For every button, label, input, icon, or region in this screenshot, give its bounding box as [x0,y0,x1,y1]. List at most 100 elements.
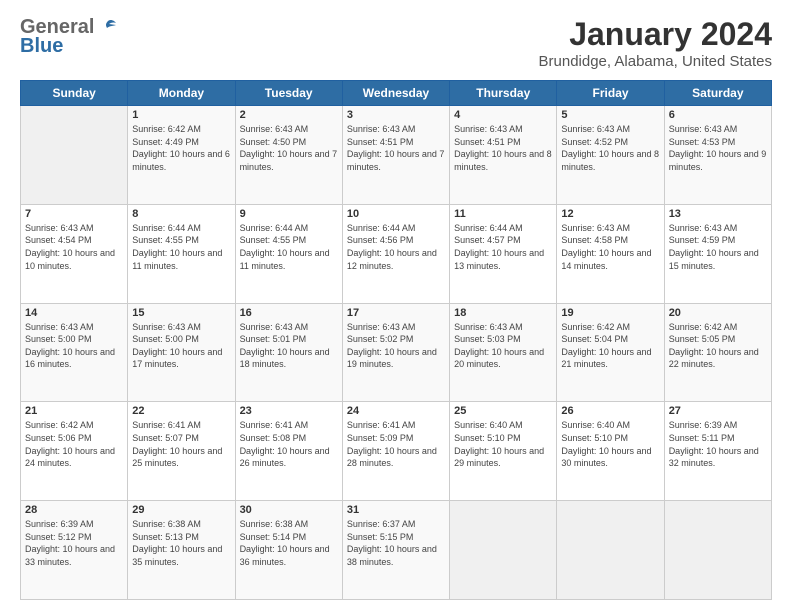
calendar-day-header: Tuesday [235,81,342,106]
calendar-cell: 16 Sunrise: 6:43 AMSunset: 5:01 PMDaylig… [235,303,342,402]
day-info: Sunrise: 6:43 AMSunset: 4:58 PMDaylight:… [561,222,659,272]
calendar-cell [450,501,557,600]
day-info: Sunrise: 6:38 AMSunset: 5:13 PMDaylight:… [132,518,230,568]
calendar-week-row: 28 Sunrise: 6:39 AMSunset: 5:12 PMDaylig… [21,501,772,600]
logo-blue-text: Blue [20,35,63,58]
day-info: Sunrise: 6:40 AMSunset: 5:10 PMDaylight:… [561,419,659,469]
day-info: Sunrise: 6:41 AMSunset: 5:07 PMDaylight:… [132,419,230,469]
calendar-cell: 18 Sunrise: 6:43 AMSunset: 5:03 PMDaylig… [450,303,557,402]
day-info: Sunrise: 6:43 AMSunset: 5:00 PMDaylight:… [25,321,123,371]
day-number: 3 [347,109,445,121]
day-number: 25 [454,405,552,417]
calendar-cell: 4 Sunrise: 6:43 AMSunset: 4:51 PMDayligh… [450,106,557,205]
day-info: Sunrise: 6:43 AMSunset: 5:02 PMDaylight:… [347,321,445,371]
day-number: 5 [561,109,659,121]
calendar-cell: 11 Sunrise: 6:44 AMSunset: 4:57 PMDaylig… [450,204,557,303]
day-number: 12 [561,208,659,220]
calendar-cell: 25 Sunrise: 6:40 AMSunset: 5:10 PMDaylig… [450,402,557,501]
calendar-cell: 30 Sunrise: 6:38 AMSunset: 5:14 PMDaylig… [235,501,342,600]
day-number: 1 [132,109,230,121]
calendar-cell: 10 Sunrise: 6:44 AMSunset: 4:56 PMDaylig… [342,204,449,303]
day-info: Sunrise: 6:43 AMSunset: 4:50 PMDaylight:… [240,123,338,173]
day-info: Sunrise: 6:43 AMSunset: 5:01 PMDaylight:… [240,321,338,371]
day-number: 30 [240,504,338,516]
day-number: 13 [669,208,767,220]
logo-bird-icon [96,17,118,39]
day-number: 10 [347,208,445,220]
calendar-cell [664,501,771,600]
day-number: 19 [561,307,659,319]
day-info: Sunrise: 6:43 AMSunset: 5:03 PMDaylight:… [454,321,552,371]
calendar-week-row: 14 Sunrise: 6:43 AMSunset: 5:00 PMDaylig… [21,303,772,402]
day-info: Sunrise: 6:42 AMSunset: 5:05 PMDaylight:… [669,321,767,371]
day-number: 28 [25,504,123,516]
day-number: 24 [347,405,445,417]
day-info: Sunrise: 6:37 AMSunset: 5:15 PMDaylight:… [347,518,445,568]
calendar-cell: 1 Sunrise: 6:42 AMSunset: 4:49 PMDayligh… [128,106,235,205]
calendar-cell: 6 Sunrise: 6:43 AMSunset: 4:53 PMDayligh… [664,106,771,205]
calendar-cell [557,501,664,600]
calendar-day-header: Wednesday [342,81,449,106]
calendar-cell: 29 Sunrise: 6:38 AMSunset: 5:13 PMDaylig… [128,501,235,600]
day-info: Sunrise: 6:39 AMSunset: 5:12 PMDaylight:… [25,518,123,568]
day-info: Sunrise: 6:41 AMSunset: 5:08 PMDaylight:… [240,419,338,469]
page-container: General Blue January 2024 Brundidge, Ala… [0,0,792,612]
calendar-cell: 21 Sunrise: 6:42 AMSunset: 5:06 PMDaylig… [21,402,128,501]
calendar-cell: 17 Sunrise: 6:43 AMSunset: 5:02 PMDaylig… [342,303,449,402]
calendar-day-header: Thursday [450,81,557,106]
day-info: Sunrise: 6:44 AMSunset: 4:55 PMDaylight:… [240,222,338,272]
calendar-cell: 15 Sunrise: 6:43 AMSunset: 5:00 PMDaylig… [128,303,235,402]
page-title: January 2024 [539,16,772,53]
day-info: Sunrise: 6:42 AMSunset: 5:06 PMDaylight:… [25,419,123,469]
calendar-week-row: 1 Sunrise: 6:42 AMSunset: 4:49 PMDayligh… [21,106,772,205]
day-number: 11 [454,208,552,220]
day-info: Sunrise: 6:40 AMSunset: 5:10 PMDaylight:… [454,419,552,469]
calendar-cell: 12 Sunrise: 6:43 AMSunset: 4:58 PMDaylig… [557,204,664,303]
calendar-cell: 2 Sunrise: 6:43 AMSunset: 4:50 PMDayligh… [235,106,342,205]
day-number: 31 [347,504,445,516]
day-info: Sunrise: 6:43 AMSunset: 5:00 PMDaylight:… [132,321,230,371]
calendar-cell: 5 Sunrise: 6:43 AMSunset: 4:52 PMDayligh… [557,106,664,205]
logo: General Blue [20,16,118,58]
day-number: 17 [347,307,445,319]
calendar-cell: 26 Sunrise: 6:40 AMSunset: 5:10 PMDaylig… [557,402,664,501]
calendar-cell: 7 Sunrise: 6:43 AMSunset: 4:54 PMDayligh… [21,204,128,303]
day-info: Sunrise: 6:44 AMSunset: 4:57 PMDaylight:… [454,222,552,272]
day-number: 20 [669,307,767,319]
calendar-day-header: Saturday [664,81,771,106]
day-number: 7 [25,208,123,220]
day-info: Sunrise: 6:42 AMSunset: 5:04 PMDaylight:… [561,321,659,371]
day-number: 23 [240,405,338,417]
calendar-day-header: Monday [128,81,235,106]
day-info: Sunrise: 6:41 AMSunset: 5:09 PMDaylight:… [347,419,445,469]
calendar-header-row: SundayMondayTuesdayWednesdayThursdayFrid… [21,81,772,106]
day-number: 22 [132,405,230,417]
calendar-day-header: Sunday [21,81,128,106]
day-number: 15 [132,307,230,319]
day-info: Sunrise: 6:43 AMSunset: 4:51 PMDaylight:… [347,123,445,173]
day-number: 18 [454,307,552,319]
day-info: Sunrise: 6:42 AMSunset: 4:49 PMDaylight:… [132,123,230,173]
header: General Blue January 2024 Brundidge, Ala… [20,16,772,70]
day-number: 4 [454,109,552,121]
calendar-cell [21,106,128,205]
calendar-cell: 9 Sunrise: 6:44 AMSunset: 4:55 PMDayligh… [235,204,342,303]
calendar-cell: 13 Sunrise: 6:43 AMSunset: 4:59 PMDaylig… [664,204,771,303]
calendar-cell: 19 Sunrise: 6:42 AMSunset: 5:04 PMDaylig… [557,303,664,402]
calendar-day-header: Friday [557,81,664,106]
day-number: 16 [240,307,338,319]
calendar-cell: 20 Sunrise: 6:42 AMSunset: 5:05 PMDaylig… [664,303,771,402]
day-info: Sunrise: 6:39 AMSunset: 5:11 PMDaylight:… [669,419,767,469]
day-number: 8 [132,208,230,220]
day-info: Sunrise: 6:43 AMSunset: 4:54 PMDaylight:… [25,222,123,272]
calendar-cell: 23 Sunrise: 6:41 AMSunset: 5:08 PMDaylig… [235,402,342,501]
calendar-week-row: 7 Sunrise: 6:43 AMSunset: 4:54 PMDayligh… [21,204,772,303]
day-number: 21 [25,405,123,417]
day-number: 29 [132,504,230,516]
calendar-cell: 22 Sunrise: 6:41 AMSunset: 5:07 PMDaylig… [128,402,235,501]
day-number: 9 [240,208,338,220]
day-number: 27 [669,405,767,417]
day-info: Sunrise: 6:43 AMSunset: 4:53 PMDaylight:… [669,123,767,173]
page-subtitle: Brundidge, Alabama, United States [539,53,772,70]
calendar-cell: 3 Sunrise: 6:43 AMSunset: 4:51 PMDayligh… [342,106,449,205]
